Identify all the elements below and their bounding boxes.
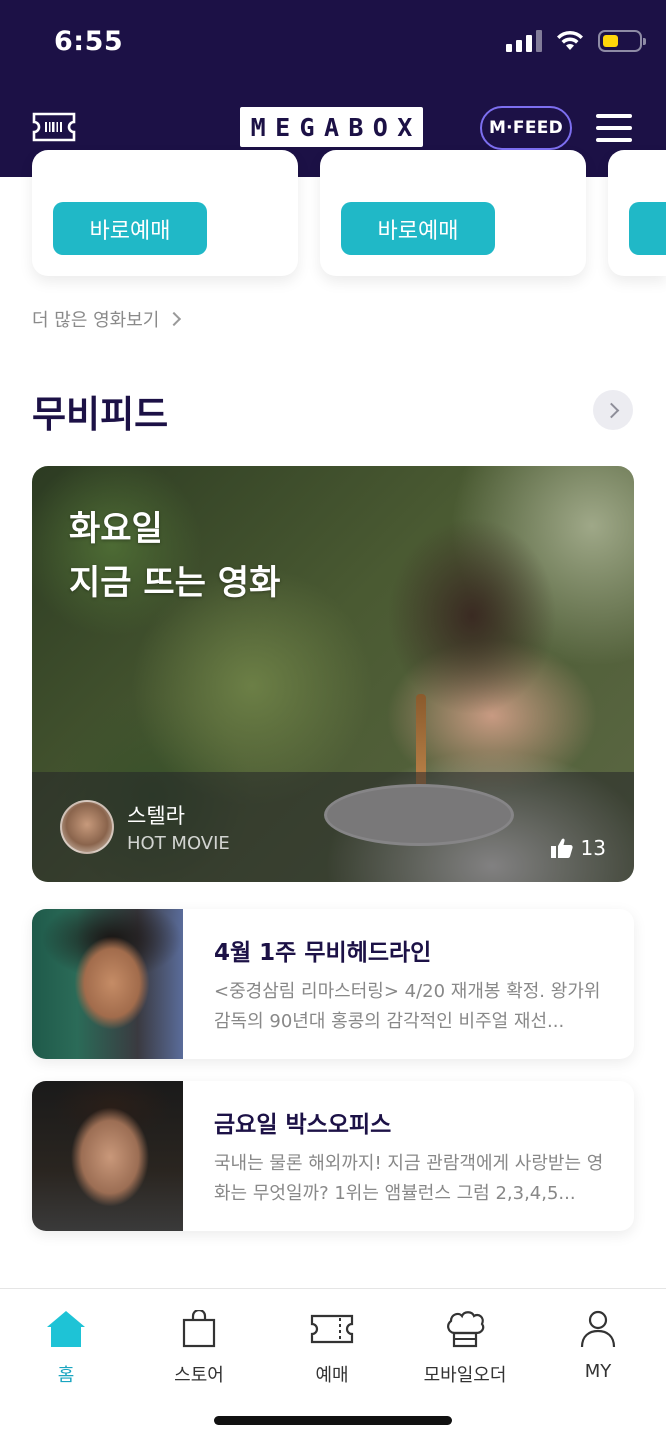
feed-item-desc: <중경삼림 리마스터링> 4/20 재개봉 확정. 왕가위 감독의 90년대 홍… xyxy=(214,981,601,1032)
mfeed-button[interactable]: M·FEED xyxy=(480,106,572,150)
feed-thumbnail xyxy=(32,1081,183,1231)
more-movies-link[interactable]: 더 많은 영화보기 xyxy=(32,306,182,332)
megabox-logo[interactable]: M E G A B O X xyxy=(240,107,423,147)
feature-title: 화요일 지금 뜨는 영화 xyxy=(69,509,281,603)
shopping-bag-icon xyxy=(177,1307,221,1351)
more-movies-label: 더 많은 영화보기 xyxy=(32,310,160,331)
section-more-button[interactable] xyxy=(593,390,633,430)
movie-card[interactable] xyxy=(608,150,666,276)
like-button[interactable]: 13 xyxy=(550,836,606,860)
nav-item-booking[interactable]: 예매 xyxy=(267,1307,397,1387)
home-icon xyxy=(44,1307,88,1351)
status-time: 6:55 xyxy=(54,26,124,57)
feed-list-item[interactable]: 금요일 박스오피스 국내는 물론 해외까지! 지금 관람객에게 사랑받는 영화는… xyxy=(32,1081,634,1231)
nav-label: 예매 xyxy=(315,1365,349,1386)
wifi-icon xyxy=(557,30,583,50)
feature-caption-bar xyxy=(32,772,634,882)
feature-movie-name: 스텔라 xyxy=(127,804,185,828)
feed-list-item[interactable]: 4월 1주 무비헤드라인 <중경삼림 리마스터링> 4/20 재개봉 확정. 왕… xyxy=(32,909,634,1059)
chevron-right-icon xyxy=(167,311,182,327)
nav-label: MY xyxy=(584,1361,612,1382)
feed-item-title: 4월 1주 무비헤드라인 xyxy=(214,940,432,966)
status-icons xyxy=(506,28,646,54)
like-count: 13 xyxy=(580,836,606,860)
ticket-icon xyxy=(310,1307,354,1351)
feed-item-title: 금요일 박스오피스 xyxy=(214,1112,392,1138)
nav-label: 홈 xyxy=(57,1365,75,1386)
nav-item-my[interactable]: MY xyxy=(533,1307,663,1382)
section-title: 무비피드 xyxy=(32,393,169,436)
feed-thumbnail xyxy=(32,909,183,1059)
book-now-button[interactable] xyxy=(629,202,666,255)
movie-card[interactable]: 바로예매 xyxy=(32,150,298,276)
battery-icon xyxy=(598,30,646,52)
menu-icon[interactable] xyxy=(596,114,632,142)
chevron-right-icon xyxy=(603,402,619,418)
nav-item-store[interactable]: 스토어 xyxy=(134,1307,264,1387)
signal-icon xyxy=(506,30,542,52)
featured-feed-card[interactable]: 화요일 지금 뜨는 영화 스텔라 HOT MOVIE 13 xyxy=(32,466,634,882)
nav-label: 스토어 xyxy=(174,1365,224,1386)
feature-movie-tag: HOT MOVIE xyxy=(127,833,230,854)
book-now-button[interactable]: 바로예매 xyxy=(341,202,495,255)
nav-item-mobile-order[interactable]: 모바일오더 xyxy=(400,1307,530,1387)
nav-label: 모바일오더 xyxy=(423,1365,507,1386)
home-indicator xyxy=(214,1416,452,1425)
movie-card[interactable]: 바로예매 xyxy=(320,150,586,276)
movie-avatar xyxy=(60,800,114,854)
ticket-barcode-icon[interactable] xyxy=(30,111,78,143)
user-icon xyxy=(576,1307,620,1351)
thumbs-up-icon xyxy=(550,838,573,858)
nav-item-home[interactable]: 홈 xyxy=(1,1307,131,1387)
book-now-button[interactable]: 바로예매 xyxy=(53,202,207,255)
chef-hat-icon xyxy=(443,1307,487,1351)
feed-item-desc: 국내는 물론 해외까지! 지금 관람객에게 사랑받는 영화는 무엇일까? 1위는… xyxy=(214,1153,604,1204)
